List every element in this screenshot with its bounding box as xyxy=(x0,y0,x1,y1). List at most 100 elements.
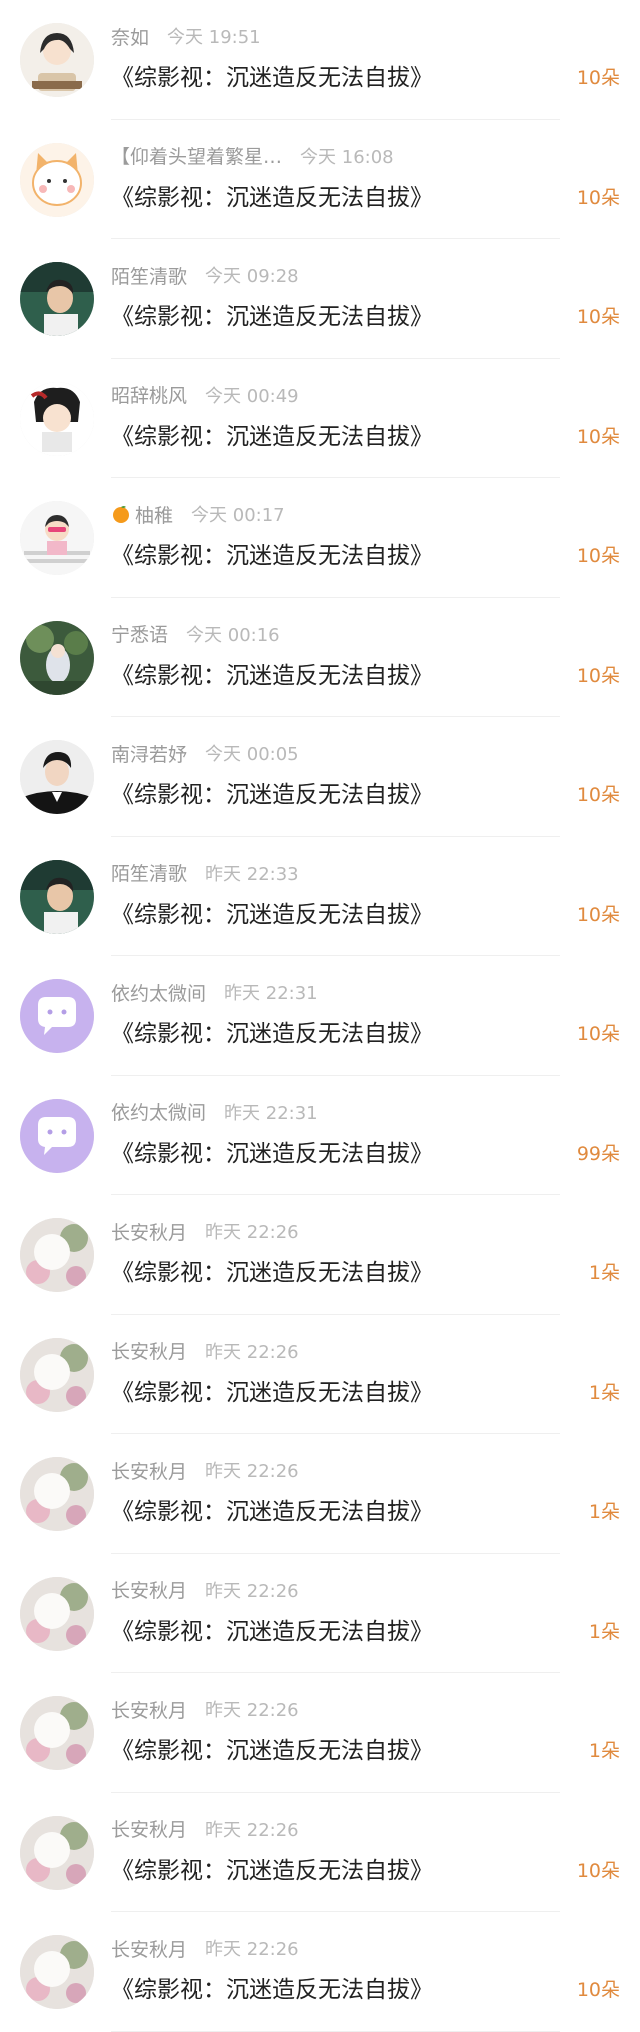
gift-count: 10朵 xyxy=(576,903,620,926)
item-meta: 陌笙清歌 昨天 22:33 xyxy=(111,859,299,887)
avatar[interactable] xyxy=(20,262,94,336)
list-item[interactable]: 陌笙清歌 今天 09:28 《综影视：沉迷造反无法自拔》 10朵 xyxy=(0,239,640,359)
item-meta: 长安秋月 昨天 22:26 xyxy=(111,1337,299,1365)
gift-count: 10朵 xyxy=(576,545,620,567)
orange-icon xyxy=(111,504,131,524)
item-meta: 陌笙清歌 今天 09:28 xyxy=(111,261,299,289)
avatar[interactable] xyxy=(20,1696,94,1770)
book-title[interactable]: 《综影视：沉迷造反无法自拔》 xyxy=(111,1373,433,1407)
book-title[interactable]: 《综影视：沉迷造反无法自拔》 xyxy=(111,1731,433,1765)
user-name[interactable]: 奈如 xyxy=(111,23,149,50)
item-meta: 长安秋月 昨天 22:26 xyxy=(111,1934,299,1962)
divider xyxy=(111,2030,560,2032)
user-name[interactable]: 陌笙清歌 xyxy=(111,262,187,289)
user-name[interactable]: 长安秋月 xyxy=(111,1218,187,1245)
timestamp: 今天 00:17 xyxy=(191,505,285,526)
book-title[interactable]: 《综影视：沉迷造反无法自拔》 xyxy=(111,536,433,570)
user-name[interactable]: 昭辞桃风 xyxy=(111,381,187,408)
user-name[interactable]: 长安秋月 xyxy=(111,1576,187,1603)
list-item[interactable]: 长安秋月 昨天 22:26 《综影视：沉迷造反无法自拔》 10朵 xyxy=(0,1793,640,1912)
book-title[interactable]: 《综影视：沉迷造反无法自拔》 xyxy=(111,775,433,809)
list-item[interactable]: 长安秋月 昨天 22:26 《综影视：沉迷造反无法自拔》 1朵 xyxy=(0,1315,640,1434)
item-meta: 依约太微间 昨天 22:31 xyxy=(111,1098,318,1126)
book-title[interactable]: 《综影视：沉迷造反无法自拔》 xyxy=(111,1851,433,1885)
user-name[interactable]: 【仰着头望着繁星… xyxy=(111,142,282,169)
list-item[interactable]: 宁悉语 今天 00:16 《综影视：沉迷造反无法自拔》 10朵 xyxy=(0,598,640,717)
avatar[interactable] xyxy=(20,1218,94,1292)
user-name[interactable]: 陌笙清歌 xyxy=(111,859,187,886)
avatar[interactable] xyxy=(20,501,94,575)
list-item[interactable]: 长安秋月 昨天 22:26 《综影视：沉迷造反无法自拔》 10朵 xyxy=(0,1912,640,2032)
timestamp: 昨天 22:26 xyxy=(205,1341,299,1363)
gift-count: 1朵 xyxy=(588,1381,620,1404)
item-meta: 宁悉语 今天 00:16 xyxy=(111,620,280,648)
timestamp: 今天 19:51 xyxy=(167,27,261,48)
list-item[interactable]: 柚稚 今天 00:17 《综影视：沉迷造反无法自拔》 10朵 xyxy=(0,478,640,598)
book-title[interactable]: 《综影视：沉迷造反无法自拔》 xyxy=(111,58,433,92)
list-item[interactable]: 长安秋月 昨天 22:26 《综影视：沉迷造反无法自拔》 1朵 xyxy=(0,1434,640,1554)
user-name[interactable]: 宁悉语 xyxy=(111,620,168,647)
avatar[interactable] xyxy=(20,1576,94,1651)
user-name[interactable]: 依约太微间 xyxy=(111,979,206,1006)
user-name[interactable]: 长安秋月 xyxy=(111,1337,187,1364)
timestamp: 今天 00:16 xyxy=(186,624,280,646)
avatar[interactable] xyxy=(20,1457,94,1531)
list-item[interactable]: 陌笙清歌 昨天 22:33 《综影视：沉迷造反无法自拔》 10朵 xyxy=(0,837,640,956)
avatar[interactable] xyxy=(20,142,94,217)
avatar[interactable] xyxy=(20,859,94,934)
list-item[interactable]: 长安秋月 昨天 22:26 《综影视：沉迷造反无法自拔》 1朵 xyxy=(0,1195,640,1315)
avatar[interactable] xyxy=(20,1815,94,1890)
avatar[interactable] xyxy=(20,1098,94,1173)
list-item[interactable]: 依约太微间 昨天 22:31 《综影视：沉迷造反无法自拔》 10朵 xyxy=(0,956,640,1076)
timestamp: 昨天 22:26 xyxy=(205,1700,299,1721)
list-item[interactable]: 长安秋月 昨天 22:26 《综影视：沉迷造反无法自拔》 1朵 xyxy=(0,1673,640,1793)
book-title[interactable]: 《综影视：沉迷造反无法自拔》 xyxy=(111,1014,433,1048)
avatar[interactable] xyxy=(20,381,94,456)
book-title[interactable]: 《综影视：沉迷造反无法自拔》 xyxy=(111,1970,433,2004)
gift-count: 1朵 xyxy=(588,1262,620,1284)
book-title[interactable]: 《综影视：沉迷造反无法自拔》 xyxy=(111,656,433,690)
avatar[interactable] xyxy=(20,23,94,97)
timestamp: 昨天 22:26 xyxy=(205,1222,299,1243)
item-meta: 长安秋月 昨天 22:26 xyxy=(111,1695,299,1723)
avatar[interactable] xyxy=(20,979,94,1053)
timestamp: 今天 00:49 xyxy=(205,385,299,407)
list-item[interactable]: 奈如 今天 19:51 《综影视：沉迷造反无法自拔》 10朵 xyxy=(0,0,640,120)
list-item[interactable]: 昭辞桃风 今天 00:49 《综影视：沉迷造反无法自拔》 10朵 xyxy=(0,359,640,478)
user-name[interactable]: 柚稚 xyxy=(135,501,173,528)
avatar[interactable] xyxy=(20,1337,94,1412)
avatar[interactable] xyxy=(20,620,94,695)
list-item[interactable]: 依约太微间 昨天 22:31 《综影视：沉迷造反无法自拔》 99朵 xyxy=(0,1076,640,1195)
list-item[interactable]: 南浔若妤 今天 00:05 《综影视：沉迷造反无法自拔》 10朵 xyxy=(0,717,640,837)
user-name[interactable]: 长安秋月 xyxy=(111,1935,187,1962)
avatar[interactable] xyxy=(20,740,94,814)
user-name[interactable]: 长安秋月 xyxy=(111,1815,187,1842)
user-name[interactable]: 长安秋月 xyxy=(111,1696,187,1723)
user-name[interactable]: 依约太微间 xyxy=(111,1098,206,1125)
book-title[interactable]: 《综影视：沉迷造反无法自拔》 xyxy=(111,1492,433,1526)
gift-count: 10朵 xyxy=(576,1023,620,1045)
item-meta: 【仰着头望着繁星… 今天 16:08 xyxy=(111,142,394,170)
user-name[interactable]: 南浔若妤 xyxy=(111,740,187,767)
book-title[interactable]: 《综影视：沉迷造反无法自拔》 xyxy=(111,1612,433,1646)
user-name[interactable]: 长安秋月 xyxy=(111,1457,187,1484)
list-item[interactable]: 长安秋月 昨天 22:26 《综影视：沉迷造反无法自拔》 1朵 xyxy=(0,1554,640,1673)
book-title[interactable]: 《综影视：沉迷造反无法自拔》 xyxy=(111,178,433,212)
avatar[interactable] xyxy=(20,1935,94,2009)
gift-count: 10朵 xyxy=(576,67,620,89)
gift-count: 10朵 xyxy=(576,784,620,806)
gift-count: 10朵 xyxy=(576,186,620,209)
item-meta: 依约太微间 昨天 22:31 xyxy=(111,978,318,1006)
book-title[interactable]: 《综影视：沉迷造反无法自拔》 xyxy=(111,297,433,331)
book-title[interactable]: 《综影视：沉迷造反无法自拔》 xyxy=(111,1134,433,1168)
book-title[interactable]: 《综影视：沉迷造反无法自拔》 xyxy=(111,417,433,451)
book-title[interactable]: 《综影视：沉迷造反无法自拔》 xyxy=(111,895,433,929)
item-meta: 长安秋月 昨天 22:26 xyxy=(111,1576,299,1604)
book-title[interactable]: 《综影视：沉迷造反无法自拔》 xyxy=(111,1253,433,1287)
gift-count: 10朵 xyxy=(576,1859,620,1882)
timestamp: 今天 16:08 xyxy=(300,146,394,168)
gift-count: 1朵 xyxy=(588,1620,620,1643)
list-item[interactable]: 【仰着头望着繁星… 今天 16:08 《综影视：沉迷造反无法自拔》 10朵 xyxy=(0,120,640,239)
item-meta: 昭辞桃风 今天 00:49 xyxy=(111,381,299,409)
item-meta: 长安秋月 昨天 22:26 xyxy=(111,1456,299,1484)
